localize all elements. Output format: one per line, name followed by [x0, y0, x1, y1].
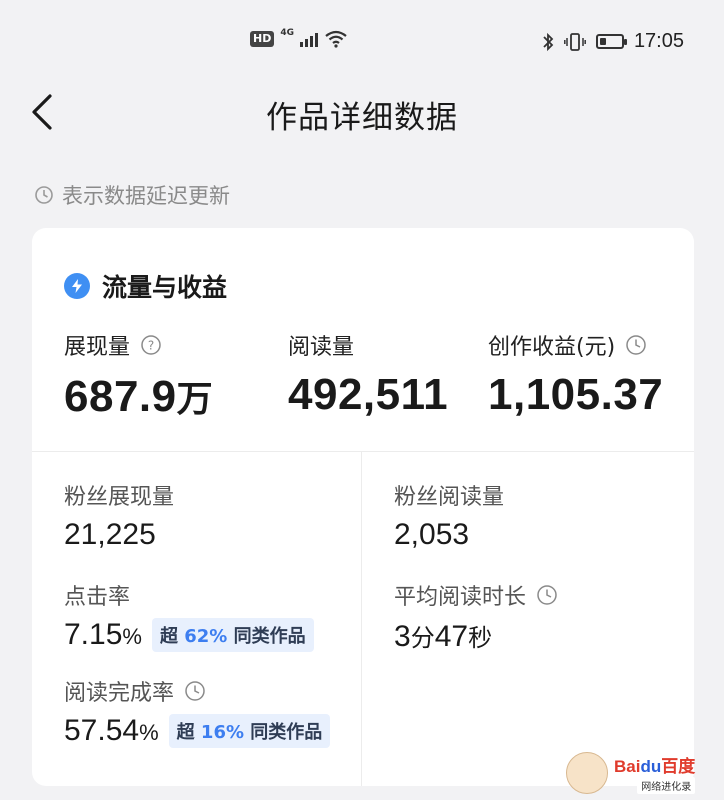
metric-value: 687.9万	[64, 370, 213, 422]
metric-label: 展现量	[64, 335, 131, 360]
clock-time: 17:05	[633, 30, 684, 52]
stat-value: 7.15%	[64, 618, 142, 652]
battery-icon	[595, 34, 627, 49]
section-header: 流量与收益	[64, 268, 227, 304]
section-title: 流量与收益	[102, 273, 228, 302]
stat-ctr: 点击率 7.15% 超 62% 同类作品	[64, 580, 314, 652]
stat-value: 2,053	[394, 518, 470, 551]
stat-avg-read-time: 平均阅读时长 3分47秒	[394, 580, 558, 654]
wifi-icon	[325, 30, 347, 48]
lightning-drop-icon	[64, 273, 90, 299]
delay-note: 表示数据延迟更新	[34, 180, 230, 210]
mascot-icon	[566, 752, 608, 794]
svg-text:?: ?	[148, 339, 154, 353]
stat-fan-reads: 粉丝阅读量 2,053	[394, 480, 504, 552]
comparison-badge: 超 62% 同类作品	[151, 618, 314, 652]
logo-bai: Bai	[614, 757, 641, 776]
baidu-watermark: Baidu百度 网络进化录	[566, 752, 696, 794]
stat-label: 粉丝阅读量	[394, 485, 505, 510]
badge-suffix: 同类作品	[250, 722, 323, 743]
stat-fan-impressions: 粉丝展现量 21,225	[64, 480, 174, 552]
metric-value: 492,511	[288, 370, 449, 419]
metric-reads: 阅读量 492,511	[288, 330, 448, 420]
clock-icon	[185, 681, 205, 701]
watermark-subtitle: 网络进化录	[637, 777, 696, 794]
status-bar: HD 4G 17:05	[0, 0, 724, 80]
completion-number: 57.54	[64, 714, 140, 747]
stat-value: 57.54%	[64, 714, 159, 748]
network-type: 4G	[280, 28, 294, 38]
stat-value: 21,225	[64, 518, 156, 551]
clock-icon	[626, 335, 646, 355]
impressions-number: 687.9	[64, 372, 177, 421]
vibrate-icon	[563, 32, 586, 51]
badge-percent: 62%	[184, 626, 228, 647]
clock-icon	[537, 585, 557, 605]
logo-baidu-cn: 百度	[661, 757, 696, 776]
impressions-unit: 万	[176, 379, 214, 420]
divider	[32, 451, 694, 452]
minutes-unit: 分	[410, 624, 435, 652]
bluetooth-icon	[543, 32, 554, 51]
stat-value: 3分47秒	[394, 618, 558, 654]
metric-revenue: 创作收益(元) 1,105.37	[488, 330, 663, 420]
seconds-unit: 秒	[468, 624, 493, 652]
divider	[361, 451, 362, 786]
page-title: 作品详细数据	[266, 100, 458, 136]
badge-prefix: 超	[176, 722, 195, 743]
seconds-value: 47	[434, 620, 469, 653]
minutes-value: 3	[394, 620, 411, 653]
status-bar-network: HD 4G	[250, 28, 348, 48]
badge-percent: 16%	[200, 722, 245, 743]
delay-note-text: 表示数据延迟更新	[62, 184, 230, 208]
traffic-revenue-card: 流量与收益 展现量 ? 687.9万 阅读量 492,511 创作收益(元) 1…	[32, 228, 694, 786]
metric-label: 创作收益(元)	[488, 335, 616, 360]
stat-label: 阅读完成率	[64, 681, 175, 706]
hd-badge: HD	[250, 31, 275, 47]
stat-label: 粉丝展现量	[64, 485, 175, 510]
clock-icon	[35, 186, 53, 204]
badge-suffix: 同类作品	[233, 626, 306, 647]
status-bar-system: 17:05	[542, 30, 684, 53]
ctr-number: 7.15	[64, 618, 123, 651]
metric-impressions: 展现量 ? 687.9万	[64, 330, 213, 422]
stat-label: 点击率	[64, 585, 131, 610]
stat-label: 平均阅读时长	[394, 585, 527, 610]
metric-label: 阅读量	[288, 335, 355, 360]
logo-du: du	[640, 757, 662, 776]
signal-icon	[300, 31, 318, 47]
stat-completion-rate: 阅读完成率 57.54% 超 16% 同类作品	[64, 676, 331, 748]
completion-unit: %	[139, 720, 159, 745]
metric-value: 1,105.37	[488, 370, 664, 419]
baidu-logo: Baidu百度	[614, 752, 695, 777]
badge-prefix: 超	[159, 626, 178, 647]
ctr-unit: %	[122, 624, 142, 649]
help-icon[interactable]: ?	[140, 334, 162, 356]
comparison-badge: 超 16% 同类作品	[168, 714, 331, 748]
